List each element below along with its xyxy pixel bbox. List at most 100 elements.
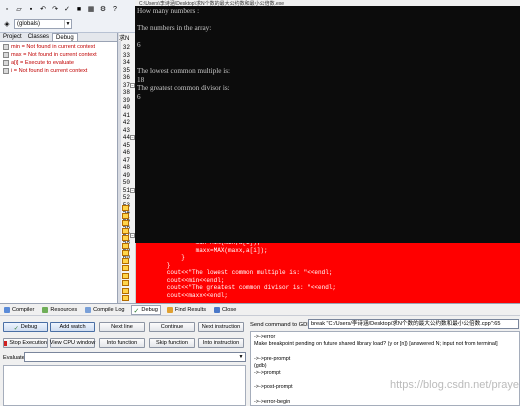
settings-icon[interactable]: ⚙ [98, 4, 108, 14]
button-label: Into function [106, 340, 138, 346]
button-label: View CPU window [49, 340, 96, 346]
code-line: cout<<maxx<<endl; [138, 291, 229, 299]
line-number: 40 [122, 104, 130, 111]
button-label: Add watch [59, 324, 86, 330]
grid-icon[interactable]: ▦ [86, 4, 96, 14]
button-label: Next line [111, 324, 133, 330]
class-browser-icon[interactable]: ◈ [2, 19, 12, 29]
tab-project[interactable]: Project [0, 33, 25, 41]
breakpoint-marker-icon[interactable] [122, 257, 129, 264]
line-number: 50 [122, 179, 130, 186]
tab-find-results[interactable]: Find Results [165, 306, 208, 314]
chart-icon [85, 306, 92, 313]
tab-label: Resources [50, 306, 78, 313]
into-instruction-button[interactable]: Into instruction [198, 338, 244, 348]
tab-debug-bottom[interactable]: ✓ Debug [130, 304, 161, 315]
line-number: 42 [122, 119, 130, 126]
tab-debug[interactable]: Debug [52, 33, 78, 41]
tab-label: Compiler [12, 306, 35, 313]
breakpoint-marker-icon[interactable] [122, 242, 129, 249]
help-icon[interactable]: ? [110, 4, 120, 14]
evaluate-input[interactable]: ▼ [24, 352, 246, 362]
breakpoint-marker-icon[interactable] [122, 250, 129, 256]
main-toolbar: ▫ ▱ ▪ ↶ ↷ ✓ ■ ▦ ⚙ ? ◈ (globals) ▼ [0, 0, 136, 33]
scope-combo-value: (globals) [17, 21, 41, 27]
tab-classes[interactable]: Classes [25, 33, 52, 41]
line-number: 41 [122, 111, 130, 119]
button-label: Next instruction [201, 324, 241, 330]
tab-close[interactable]: Close [212, 306, 238, 314]
breakpoint-marker-icon[interactable] [122, 227, 129, 234]
debug-icon[interactable]: ✓ [62, 4, 72, 14]
gdb-output-line: ->->pre-prompt [254, 355, 291, 362]
line-number: 51 [122, 186, 130, 194]
breakpoint-marker-icon[interactable] [122, 205, 129, 211]
console-line: The greatest common divisor is: [137, 84, 230, 93]
breakpoint-marker-icon[interactable] [122, 235, 129, 241]
line-number: 49 [122, 171, 130, 179]
skip-function-button[interactable]: Skip function [149, 338, 195, 348]
new-file-icon[interactable]: ▫ [2, 4, 12, 14]
line-number: 52 [122, 194, 130, 201]
scope-combo[interactable]: (globals) ▼ [14, 19, 72, 29]
tab-resources[interactable]: Resources [40, 306, 79, 314]
console-line: 6 [137, 93, 141, 101]
tab-compiler[interactable]: Compiler [2, 306, 36, 314]
line-number: 35 [122, 66, 130, 74]
breakpoint-marker-icon[interactable] [122, 212, 129, 219]
code-line: } [138, 261, 171, 269]
console-line: 6 [137, 41, 141, 50]
line-number: 34 [122, 59, 130, 66]
watch-item[interactable]: min = Not found in current context [0, 43, 117, 51]
line-number-gutter: 32 33 34 35 36 37 38 39 40 41 42 43 44 45 46 47 48 49 50 51… [121, 33, 136, 303]
debug-button[interactable]: ✓ Debug [3, 322, 48, 332]
breakpoint-marker-icon[interactable] [122, 272, 129, 279]
save-icon[interactable]: ▪ [26, 4, 36, 14]
line-number: 37 [122, 81, 130, 89]
undo-icon[interactable]: ↶ [38, 4, 48, 14]
gdb-command-label: Send command to GDB: [250, 322, 313, 328]
breakpoint-marker-icon[interactable] [122, 287, 129, 294]
console-title: C:\Users\李诗涵\Desktop\求N个数的最大公约数和最小公倍数.ex… [135, 0, 520, 6]
gdb-output-line: ->->post-prompt [254, 384, 293, 391]
bottom-tabs: Compiler Resources Compile Log ✓ Debug Fi… [0, 304, 520, 316]
watermark: https://blog.csdn.net/prayer_x [390, 379, 520, 391]
watch-item[interactable]: a[i] = Execute to evaluate [0, 59, 117, 67]
chevron-down-icon[interactable]: ▼ [237, 353, 245, 361]
tab-label: Compile Log [93, 306, 125, 313]
next-line-button[interactable]: Next line [99, 322, 145, 332]
breakpoint-marker-icon[interactable] [122, 280, 129, 286]
breakpoint-marker-icon[interactable] [122, 220, 129, 226]
next-instruction-button[interactable]: Next instruction [198, 322, 244, 332]
gdb-command-input[interactable]: break "C:/Users/李诗涵/Desktop/求N个数的最大公约数和最… [308, 319, 519, 329]
add-watch-button[interactable]: Add watch [50, 322, 95, 332]
into-function-button[interactable]: Into function [99, 338, 145, 348]
tab-compile-log[interactable]: Compile Log [83, 306, 126, 314]
watch-item[interactable]: i = Not found in current context [0, 67, 117, 75]
variable-icon [3, 60, 9, 66]
stop-execution-button[interactable]: Stop Execution [3, 338, 48, 348]
line-number: 36 [122, 74, 130, 81]
breakpoint-marker-icon[interactable] [122, 265, 129, 271]
watch-item-text: max = Not found in current context [11, 52, 97, 58]
watch-item[interactable]: max = Not found in current context [0, 51, 117, 59]
line-number: 38 [122, 89, 130, 96]
line-number: 32 [122, 44, 130, 51]
view-cpu-button[interactable]: View CPU window [50, 338, 95, 348]
editor-file-tab[interactable]: 求N个 [119, 33, 134, 41]
find-icon [166, 306, 173, 313]
console-window[interactable]: C:\Users\李诗涵\Desktop\求N个数的最大公约数和最小公倍数.ex… [135, 0, 520, 243]
console-line: The lowest common multiple is: [137, 67, 231, 76]
continue-button[interactable]: Continue [149, 322, 195, 332]
open-icon[interactable]: ▱ [14, 4, 24, 14]
stop-icon[interactable]: ■ [74, 4, 84, 14]
left-tabs: Project Classes Debug [0, 33, 117, 42]
line-number: 47 [122, 156, 130, 164]
watch-item-text: a[i] = Execute to evaluate [11, 60, 74, 66]
line-number: 48 [122, 164, 130, 171]
redo-icon[interactable]: ↷ [50, 4, 60, 14]
gdb-output-line: ->->prompt [254, 370, 281, 376]
chevron-down-icon: ▼ [64, 20, 71, 28]
left-panel: Project Classes Debug min = Not found in… [0, 33, 118, 303]
breakpoint-marker-icon[interactable] [122, 295, 129, 301]
